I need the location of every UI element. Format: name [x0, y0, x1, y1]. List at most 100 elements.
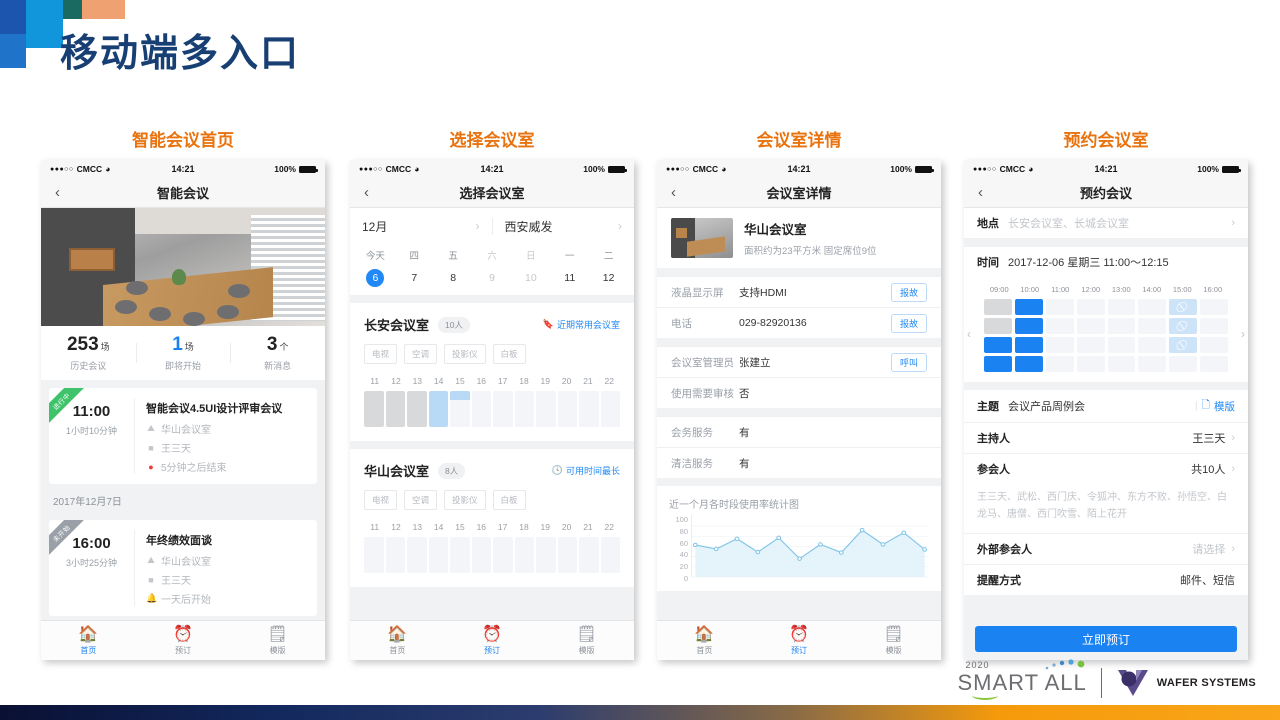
- tab-book[interactable]: ⏰ 预订: [752, 625, 847, 656]
- availability-timeline[interactable]: 11 12 13 14 15 16 17 18 19 20 21 22: [364, 522, 620, 573]
- month-selector[interactable]: 12月 ›: [350, 218, 492, 235]
- stat-upcoming[interactable]: 1场 即将开始: [135, 334, 231, 372]
- timeline-slot[interactable]: [428, 537, 448, 573]
- slot-column[interactable]: [1200, 299, 1228, 372]
- tab-home[interactable]: 🏠 首页: [350, 625, 445, 656]
- timeline-slot[interactable]: [536, 537, 556, 573]
- slot-column[interactable]: [984, 299, 1012, 372]
- timeline-slot[interactable]: [493, 537, 513, 573]
- slot-column[interactable]: [1076, 299, 1105, 372]
- time-slot-cell[interactable]: [1200, 299, 1228, 315]
- external-attendees-field[interactable]: 外部参会人 请选择 ›: [964, 534, 1248, 565]
- tab-book[interactable]: ⏰ 预订: [136, 625, 231, 656]
- timeline-slot[interactable]: [600, 391, 620, 427]
- location-selector[interactable]: 西安威发 ›: [491, 217, 635, 235]
- tab-template[interactable]: 🗒 模版: [539, 625, 634, 656]
- time-slot-cell[interactable]: [1014, 337, 1043, 353]
- time-slot-cell[interactable]: [1200, 356, 1228, 372]
- timeline-slot[interactable]: [364, 391, 384, 427]
- timeline-slot[interactable]: [514, 537, 534, 573]
- week-day[interactable]: 五8: [434, 248, 473, 287]
- tab-home[interactable]: 🏠 首页: [657, 625, 752, 656]
- timeline-slot[interactable]: [514, 391, 534, 427]
- time-slot-grid[interactable]: ‹ › 09:00 10:00 11:00 12:00 13:00 14:00 …: [964, 277, 1248, 382]
- timeline-slot[interactable]: [450, 391, 470, 427]
- time-slot-cell[interactable]: [1014, 318, 1043, 334]
- week-day[interactable]: 六9: [473, 248, 512, 287]
- tab-template[interactable]: 🗒 模版: [846, 625, 941, 656]
- week-day[interactable]: 四7: [395, 248, 434, 287]
- timeline-slot[interactable]: [600, 537, 620, 573]
- availability-timeline[interactable]: 11 12 13 14 15 16 17 18 19 20 21 22: [364, 376, 620, 427]
- timeline-slot[interactable]: [557, 391, 577, 427]
- timeline-slot[interactable]: [428, 391, 448, 427]
- time-slot-cell[interactable]: [1045, 337, 1074, 353]
- time-slot-cell[interactable]: [1107, 356, 1136, 372]
- week-day[interactable]: 一 11: [550, 248, 589, 287]
- report-fault-button[interactable]: 报故: [890, 282, 927, 302]
- stat-history[interactable]: 253 场 历史会议: [41, 334, 136, 372]
- time-slot-cell[interactable]: [1138, 299, 1167, 315]
- slot-column[interactable]: [1014, 299, 1043, 372]
- time-slot-cell[interactable]: [1138, 356, 1167, 372]
- slot-column[interactable]: [1107, 299, 1136, 372]
- back-button[interactable]: ‹: [671, 184, 676, 201]
- time-slot-cell[interactable]: [1200, 318, 1228, 334]
- time-slot-cell[interactable]: [1076, 337, 1105, 353]
- time-slot-cell[interactable]: [1107, 299, 1136, 315]
- time-slot-cell[interactable]: [1014, 299, 1043, 315]
- chevron-right-icon[interactable]: ›: [1241, 327, 1245, 341]
- timeline-slot[interactable]: [579, 391, 599, 427]
- timeline-slot[interactable]: [471, 391, 491, 427]
- tab-template[interactable]: 🗒 模版: [230, 625, 325, 656]
- time-slot-cell[interactable]: [984, 299, 1012, 315]
- time-slot-cell[interactable]: [984, 318, 1012, 334]
- subject-field[interactable]: 主题 会议产品周例会 | 🗋 模版: [964, 390, 1248, 423]
- time-slot-cell[interactable]: [1014, 356, 1043, 372]
- tab-home[interactable]: 🏠 首页: [41, 625, 136, 656]
- time-slot-cell[interactable]: [1076, 318, 1105, 334]
- template-button[interactable]: | 🗋 模版: [1195, 397, 1235, 415]
- meeting-card[interactable]: 未开始 16:00 3小时25分钟 年终绩效面谈 ⛰ 华山会议室 ■ 王三天 🔔 一天…: [49, 520, 317, 616]
- report-fault-button[interactable]: 报故: [890, 313, 927, 333]
- timeline-slot[interactable]: [493, 391, 513, 427]
- slot-column[interactable]: [1045, 299, 1074, 372]
- room-card[interactable]: 华山会议室 8人 🕓 可用时间最长 电视 空调 投影仪 白板 11 12 13 …: [350, 449, 634, 587]
- place-field[interactable]: 地点 长安会议室、长城会议室 ›: [964, 208, 1248, 239]
- slot-column[interactable]: [1169, 299, 1198, 372]
- time-slot-cell[interactable]: [1076, 299, 1105, 315]
- week-day[interactable]: 日 10: [511, 248, 550, 287]
- time-slot-cell[interactable]: [984, 356, 1012, 372]
- chevron-left-icon[interactable]: ‹: [967, 327, 971, 341]
- back-button[interactable]: ‹: [978, 184, 983, 201]
- week-day[interactable]: 今天 6: [356, 248, 395, 287]
- room-card[interactable]: 长安会议室 10人 🔖 近期常用会议室 电视 空调 投影仪 白板 11 12 1…: [350, 303, 634, 441]
- time-slot-cell[interactable]: [1045, 299, 1074, 315]
- stat-messages[interactable]: 3个 新消息: [230, 334, 325, 372]
- timeline-slot[interactable]: [557, 537, 577, 573]
- timeline-slot[interactable]: [579, 537, 599, 573]
- back-button[interactable]: ‹: [55, 184, 60, 201]
- call-button[interactable]: 呼叫: [890, 352, 927, 372]
- time-slot-cell[interactable]: [984, 337, 1012, 353]
- timeline-slot[interactable]: [385, 537, 405, 573]
- time-slot-cell[interactable]: [1138, 318, 1167, 334]
- slot-column[interactable]: [1138, 299, 1167, 372]
- time-field[interactable]: 时间 2017-12-06 星期三 11:00～12:15: [964, 247, 1248, 277]
- remind-field[interactable]: 提醒方式 邮件、短信: [964, 565, 1248, 595]
- time-slot-cell[interactable]: [1107, 337, 1136, 353]
- timeline-slot[interactable]: [536, 391, 556, 427]
- attendees-field[interactable]: 参会人 共10人 ›: [964, 454, 1248, 484]
- time-slot-cell[interactable]: [1107, 318, 1136, 334]
- timeline-slot[interactable]: [407, 391, 427, 427]
- time-slot-cell[interactable]: [1076, 356, 1105, 372]
- timeline-slot[interactable]: [450, 537, 470, 573]
- timeline-slot[interactable]: [407, 537, 427, 573]
- week-day[interactable]: 二 12: [589, 248, 628, 287]
- back-button[interactable]: ‹: [364, 184, 369, 201]
- host-field[interactable]: 主持人 王三天 ›: [964, 423, 1248, 454]
- timeline-slot[interactable]: [471, 537, 491, 573]
- tab-book[interactable]: ⏰ 预订: [445, 625, 540, 656]
- meeting-card[interactable]: 进行中 11:00 1小时10分钟 智能会议4.5UI设计评审会议 ⛰ 华山会议室…: [49, 388, 317, 484]
- book-now-button[interactable]: 立即预订: [975, 626, 1237, 652]
